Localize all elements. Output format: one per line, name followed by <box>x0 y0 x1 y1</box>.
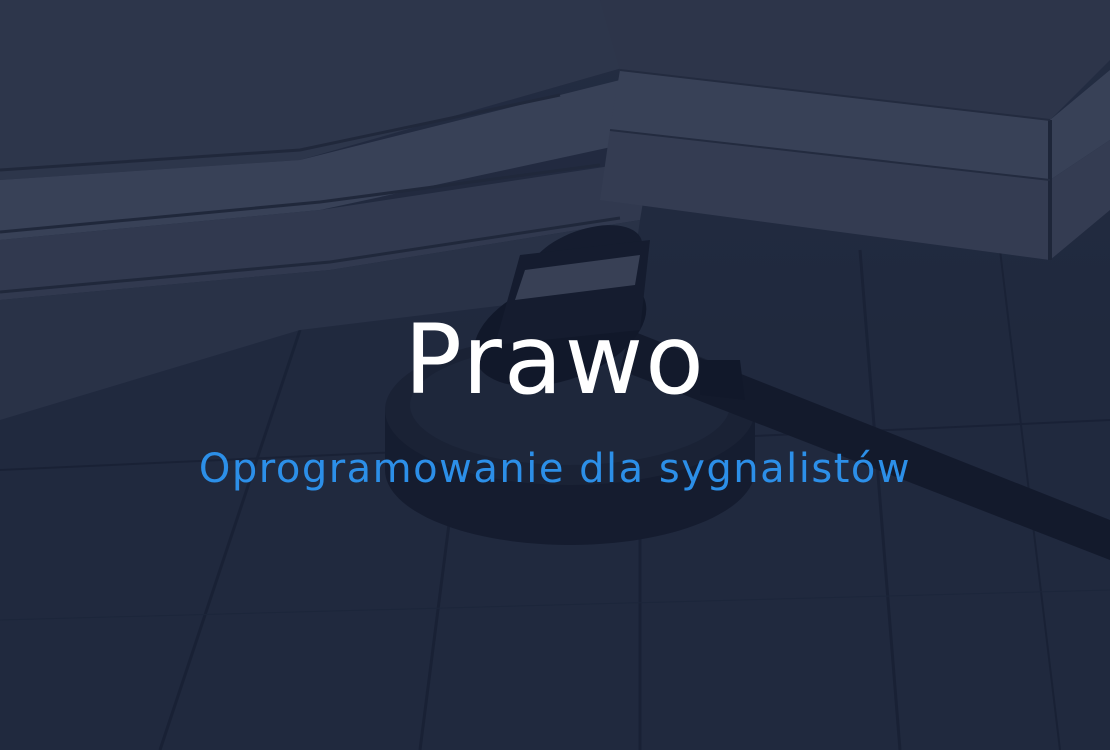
hero-subtitle: Oprogramowanie dla sygnalistów <box>198 446 912 492</box>
hero-title: Prawo <box>404 304 706 416</box>
hero-banner: Prawo Oprogramowanie dla sygnalistów <box>0 0 1110 750</box>
